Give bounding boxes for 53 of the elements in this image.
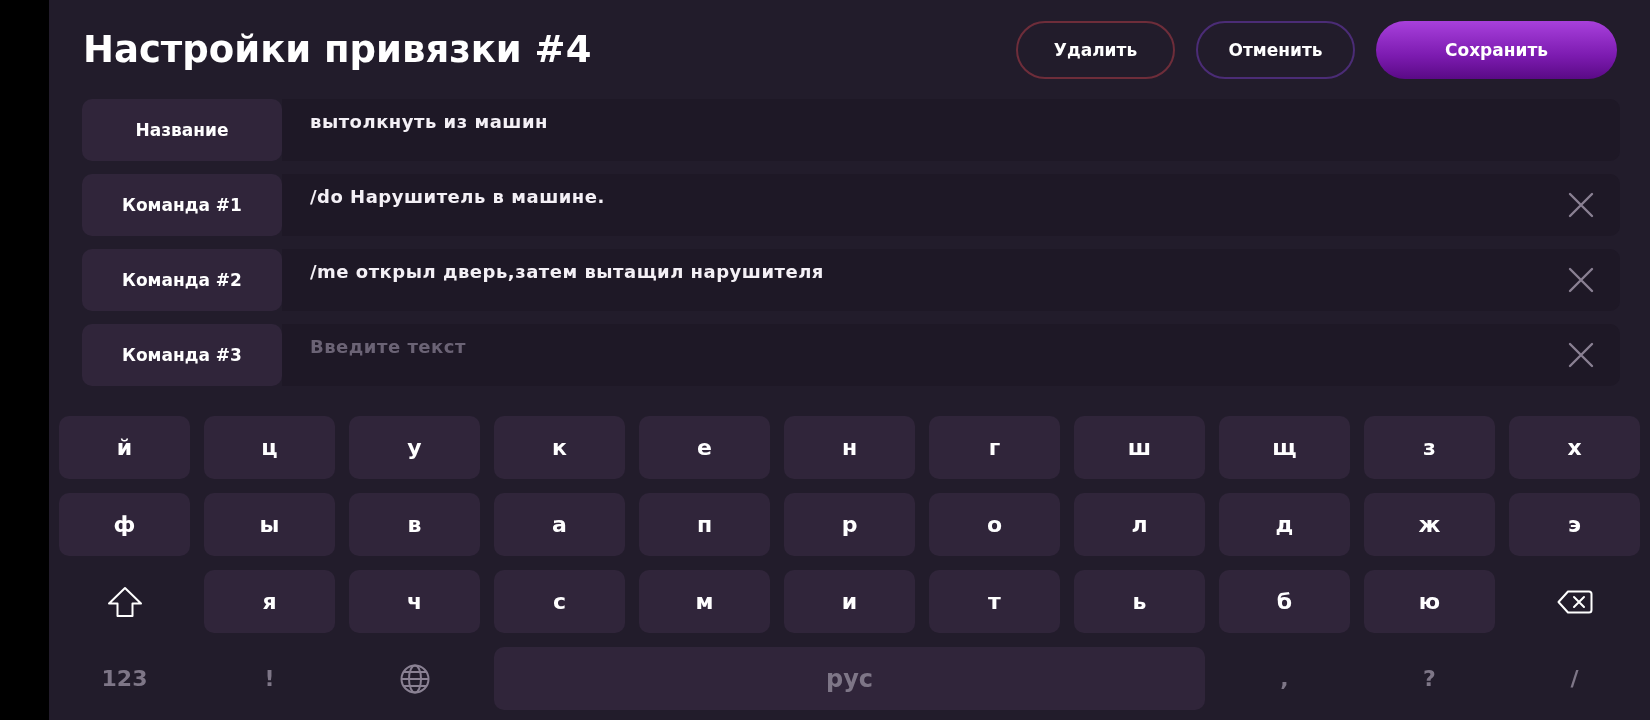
symbol-key[interactable]: 123 bbox=[101, 665, 148, 692]
letter-key[interactable]: ч bbox=[349, 570, 480, 633]
letter-key[interactable]: м bbox=[639, 570, 770, 633]
letter-key[interactable]: и bbox=[784, 570, 915, 633]
letter-key[interactable]: ф bbox=[59, 493, 190, 556]
letter-key[interactable]: з bbox=[1364, 416, 1495, 479]
letter-key[interactable]: г bbox=[929, 416, 1060, 479]
close-icon[interactable] bbox=[1568, 267, 1594, 293]
letter-key[interactable]: э bbox=[1509, 493, 1640, 556]
letter-key[interactable]: й bbox=[59, 416, 190, 479]
letter-key[interactable]: к bbox=[494, 416, 625, 479]
letter-key[interactable]: т bbox=[929, 570, 1060, 633]
letter-key[interactable]: б bbox=[1219, 570, 1350, 633]
close-icon[interactable] bbox=[1568, 192, 1594, 218]
symbol-key[interactable]: , bbox=[1280, 665, 1289, 692]
letter-key[interactable]: с bbox=[494, 570, 625, 633]
letter-key[interactable]: о bbox=[929, 493, 1060, 556]
cancel-button[interactable]: Отменить bbox=[1196, 20, 1355, 79]
letter-key[interactable]: ю bbox=[1364, 570, 1495, 633]
symbol-key[interactable]: / bbox=[1570, 665, 1579, 692]
symbol-key[interactable]: ! bbox=[264, 665, 275, 692]
letter-key[interactable]: щ bbox=[1219, 416, 1350, 479]
shift-icon[interactable] bbox=[106, 585, 143, 618]
symbol-key[interactable]: ? bbox=[1423, 665, 1436, 692]
field-label: Название bbox=[82, 99, 282, 161]
letter-key[interactable]: л bbox=[1074, 493, 1205, 556]
letter-key[interactable]: х bbox=[1509, 416, 1640, 479]
letter-key[interactable]: е bbox=[639, 416, 770, 479]
letter-key[interactable]: а bbox=[494, 493, 625, 556]
backspace-icon[interactable] bbox=[1556, 589, 1593, 614]
letter-key[interactable]: у bbox=[349, 416, 480, 479]
input-field[interactable]: /me открыл дверь,затем вытащил нарушителя bbox=[282, 249, 1620, 311]
delete-button[interactable]: Удалить bbox=[1016, 20, 1175, 79]
letter-key[interactable]: п bbox=[639, 493, 770, 556]
letter-key[interactable]: н bbox=[784, 416, 915, 479]
letter-key[interactable]: ы bbox=[204, 493, 335, 556]
letter-key[interactable]: в bbox=[349, 493, 480, 556]
input-field[interactable]: /do Нарушитель в машине. bbox=[282, 174, 1620, 236]
letter-key[interactable]: я bbox=[204, 570, 335, 633]
letter-key[interactable]: д bbox=[1219, 493, 1350, 556]
letter-key[interactable]: ь bbox=[1074, 570, 1205, 633]
letter-key[interactable]: ш bbox=[1074, 416, 1205, 479]
close-icon[interactable] bbox=[1568, 342, 1594, 368]
page-title: Настройки привязки #4 bbox=[83, 26, 592, 73]
save-button[interactable]: Сохранить bbox=[1376, 20, 1617, 79]
field-label: Команда #2 bbox=[82, 249, 282, 311]
letter-key[interactable]: ж bbox=[1364, 493, 1495, 556]
letter-key[interactable]: р bbox=[784, 493, 915, 556]
input-field[interactable]: вытолкнуть из машин bbox=[282, 99, 1620, 161]
letter-key[interactable]: ц bbox=[204, 416, 335, 479]
field-label: Команда #1 bbox=[82, 174, 282, 236]
globe-icon[interactable] bbox=[399, 663, 430, 694]
field-label: Команда #3 bbox=[82, 324, 282, 386]
